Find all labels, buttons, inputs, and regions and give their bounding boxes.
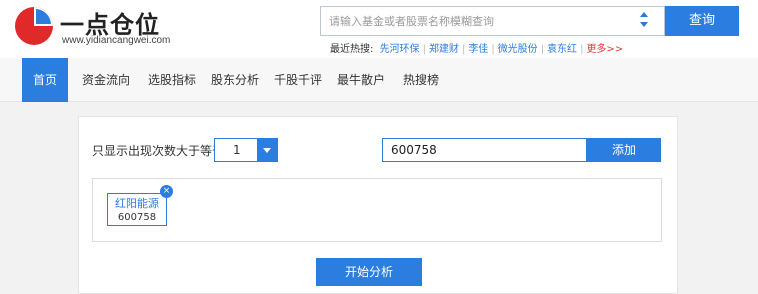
add-button[interactable]: 添加 xyxy=(587,138,661,162)
stock-tag-name: 红阳能源 xyxy=(115,197,159,210)
hot-search-item[interactable]: 袁东红 xyxy=(544,44,580,55)
hot-search-row: 最近热搜: 先河环保 | 郑建财 | 李佳 | 微光股份 | 袁东红 | 更多>> xyxy=(330,40,623,55)
main-nav: 首页 资金流向 选股指标 股东分析 千股千评 最牛散户 热搜榜 xyxy=(0,58,758,102)
nav-item-fund-flow[interactable]: 资金流向 xyxy=(76,58,136,102)
nav-item-top-retail[interactable]: 最牛散户 xyxy=(331,58,391,102)
header: 一点仓位 www.yidiancangwei.com 查询 最近热搜: 先河环保… xyxy=(0,0,758,58)
chevron-down-icon[interactable] xyxy=(640,22,648,27)
stock-tag-code: 600758 xyxy=(117,212,157,223)
search-box xyxy=(320,6,665,36)
hot-search-label: 最近热搜: xyxy=(330,44,374,55)
logo-url: www.yidiancangwei.com xyxy=(62,35,171,46)
stock-code-input[interactable] xyxy=(382,138,587,162)
stock-tag[interactable]: 红阳能源 600758 xyxy=(107,193,167,226)
search-type-spinner[interactable] xyxy=(640,11,650,31)
chevron-up-icon[interactable] xyxy=(640,12,648,17)
chevron-down-icon xyxy=(263,148,271,153)
min-count-label: 只显示出现次数大于等于 xyxy=(92,144,225,158)
search-input[interactable] xyxy=(329,7,629,35)
nav-item-shareholder-analysis[interactable]: 股东分析 xyxy=(205,58,265,102)
min-count-dropdown-toggle[interactable] xyxy=(257,139,277,161)
hot-search-item[interactable]: 郑建财 xyxy=(426,44,462,55)
search-button[interactable]: 查询 xyxy=(665,6,739,36)
nav-item-home[interactable]: 首页 xyxy=(22,58,68,102)
selected-stocks-area xyxy=(92,178,662,242)
hot-search-item[interactable]: 微光股份 xyxy=(495,44,541,55)
hot-search-more-link[interactable]: 更多>> xyxy=(583,44,623,55)
min-count-select[interactable]: 1 xyxy=(214,138,278,162)
nav-item-hot-search-list[interactable]: 热搜榜 xyxy=(398,58,444,102)
start-analysis-button[interactable]: 开始分析 xyxy=(316,258,422,286)
nav-item-stock-indicators[interactable]: 选股指标 xyxy=(142,58,202,102)
hot-search-item[interactable]: 先河环保 xyxy=(377,44,423,55)
min-count-value: 1 xyxy=(233,143,241,157)
close-icon[interactable]: × xyxy=(160,185,173,198)
logo-pie-icon xyxy=(15,7,53,45)
hot-search-item[interactable]: 李佳 xyxy=(465,44,491,55)
nav-item-stock-reviews[interactable]: 千股千评 xyxy=(268,58,328,102)
